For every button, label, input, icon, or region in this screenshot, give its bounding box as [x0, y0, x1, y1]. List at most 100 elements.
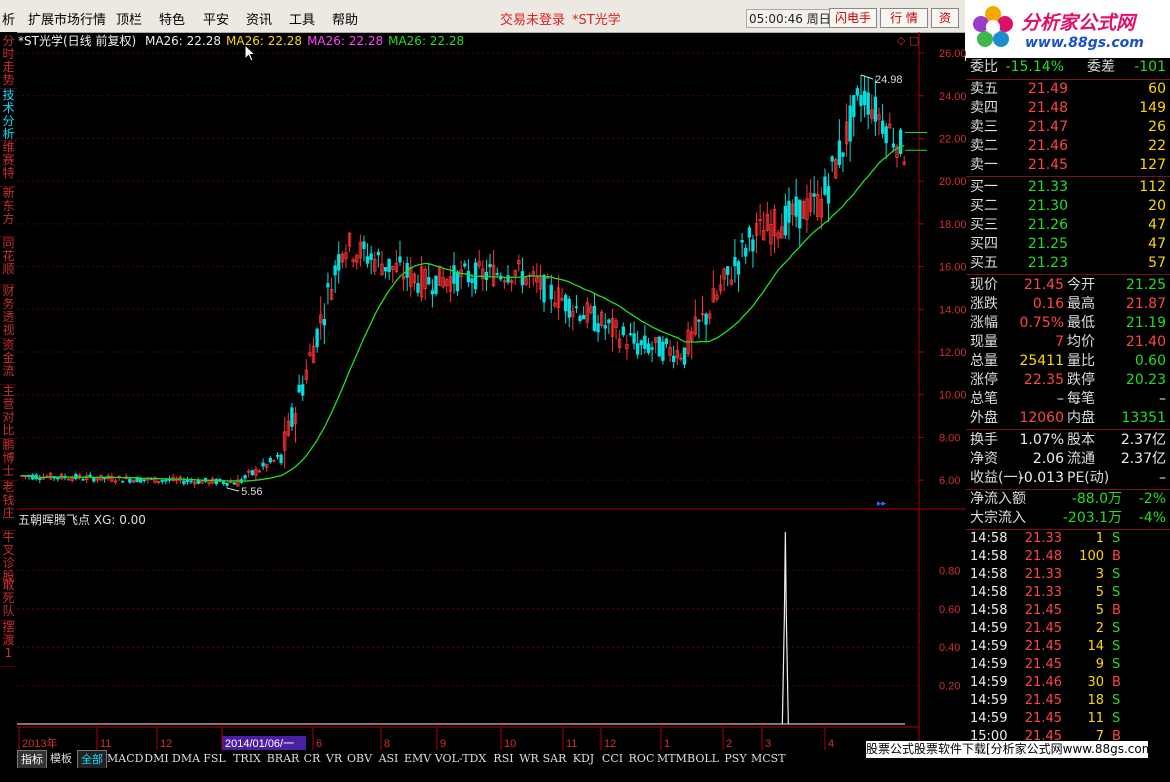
indicator-tab-全部[interactable]: 全部: [77, 750, 107, 770]
ad-banner[interactable]: 股票公式股票软件下载[分析家公式网www.88gs.com]: [866, 741, 1148, 758]
candle-body: [830, 156, 834, 162]
candle-body: [297, 384, 301, 393]
indicator-tab-macd[interactable]: MACD: [107, 750, 143, 768]
candle-body: [250, 470, 254, 476]
menu-item-6[interactable]: 工具: [289, 9, 315, 28]
candle-body: [261, 462, 265, 467]
stats-row: 涨停 22.35 跌停 20.23: [970, 372, 1166, 388]
menu-item-5[interactable]: 资讯: [246, 9, 272, 28]
candle-body: [138, 478, 143, 483]
candle-body: [744, 247, 748, 257]
login-status: 交易未登录: [500, 13, 566, 28]
fin-row: 净资 2.06 流通 2.37亿: [970, 451, 1166, 467]
menu-item-2[interactable]: 顶栏: [116, 9, 142, 28]
menu-item-7[interactable]: 帮助: [332, 9, 358, 28]
left-tab-4[interactable]: 同花顺: [0, 236, 17, 285]
chart-area[interactable]: 26.0024.0022.0020.0018.0016.0014.0012.00…: [17, 32, 966, 750]
left-tab-11[interactable]: 敢死队: [0, 578, 17, 621]
indicator-tab-obv[interactable]: OBV: [346, 750, 373, 768]
candle-body: [841, 152, 845, 157]
current-stock-name: *ST光学: [572, 13, 621, 28]
left-tab-10[interactable]: 牛叉诊股: [0, 530, 17, 583]
left-tab-5[interactable]: 财务透视: [0, 284, 17, 339]
indicator-tab-asi[interactable]: ASI: [375, 750, 402, 768]
weibi-value: -15.14%: [1005, 59, 1064, 75]
menu-item-3[interactable]: 特色: [159, 9, 185, 28]
indicator-name: 五朝晖腾飞点: [18, 513, 91, 527]
x-axis-label: 8: [384, 738, 390, 750]
indicator-tab-模板[interactable]: 模板: [47, 750, 75, 768]
indicator-tab-boll[interactable]: BOLL: [686, 750, 720, 768]
indicator-tab-fsl[interactable]: FSL: [201, 750, 228, 768]
candle-body: [387, 258, 391, 272]
indicator-tab-cr[interactable]: CR: [302, 750, 322, 768]
flash-trade-button[interactable]: 闪电手: [829, 8, 877, 28]
indicator-tab-dma[interactable]: DMA: [172, 750, 200, 768]
left-tab-9[interactable]: 老钱庄: [0, 480, 17, 531]
left-tab-3[interactable]: 新东方: [0, 186, 17, 237]
indicator-tab-kdj[interactable]: KDJ: [570, 750, 597, 768]
indicator-tab-vr[interactable]: VR: [324, 750, 344, 768]
indicator-tab-trix[interactable]: TRIX: [230, 750, 264, 768]
stats-row: 涨幅 0.75% 最低 21.19: [970, 315, 1166, 331]
indicator-tab-dmi[interactable]: DMI: [143, 750, 170, 768]
x-axis-label: 6: [316, 738, 322, 750]
indicator-tab-sar[interactable]: SAR: [541, 750, 568, 768]
candle-body: [369, 253, 373, 260]
indicator-tab-brar[interactable]: BRAR: [266, 750, 300, 768]
indicator-tab-cci[interactable]: CCI: [599, 750, 626, 768]
candle-body: [852, 95, 856, 118]
tick-row: 14:58 21.45 5 B: [970, 603, 1121, 618]
candle-body: [232, 482, 236, 485]
buy-level-row: 买一 21.33 112: [970, 179, 1166, 195]
indicator-tab-psy[interactable]: PSY: [722, 750, 749, 768]
left-tab-2[interactable]: 维赛特: [0, 140, 17, 187]
indicator-tab-mtm[interactable]: MTM: [657, 750, 687, 768]
left-tab-12[interactable]: 摆渡1: [0, 620, 17, 667]
status-line: [0, 768, 1170, 782]
weicha-label: 委差: [1087, 59, 1115, 75]
candle-body: [884, 126, 888, 144]
indicator-title-line: 五朝晖腾飞点 XG: 0.00: [18, 511, 146, 528]
quote-button[interactable]: 行 情: [880, 8, 928, 28]
menu-item-4[interactable]: 平安: [203, 9, 229, 28]
indicator-tab-wr[interactable]: WR: [519, 750, 539, 768]
x-axis-label: 10: [504, 738, 516, 750]
menu-item-1[interactable]: 扩展市场行情: [28, 9, 106, 28]
candle-body: [333, 265, 337, 276]
ma-value-0: MA26: 22.28: [144, 34, 222, 48]
candle-body: [632, 333, 636, 344]
indicator-tab-rsi[interactable]: RSI: [490, 750, 517, 768]
price-tick-label: 26.00: [939, 48, 966, 60]
candle-body: [682, 347, 687, 365]
candle-body: [898, 129, 903, 154]
indicator-tab-vol-tdx[interactable]: VOL-TDX: [433, 750, 488, 768]
left-tab-0[interactable]: 分时走势: [0, 34, 17, 89]
info-button[interactable]: 资: [931, 8, 959, 28]
candle-body: [578, 315, 582, 322]
candle-body: [275, 455, 280, 457]
candle-body: [837, 140, 842, 165]
candle-body: [430, 290, 435, 295]
left-tab-7[interactable]: 主营对比: [0, 384, 17, 439]
price-tick-label: 12.00: [939, 347, 966, 359]
indicator-tab-mcst[interactable]: MCST: [751, 750, 786, 768]
menu-item-0[interactable]: 析: [2, 9, 15, 28]
xg-signal-spike: [781, 531, 789, 725]
indicator-tab-emv[interactable]: EMV: [404, 750, 431, 768]
x-axis-label: 2014/01/06/一: [225, 738, 294, 750]
tick-row: 14:59 21.46 30 B: [970, 675, 1121, 690]
candle-body: [92, 477, 96, 482]
indicator-tab-指标[interactable]: 指标: [17, 750, 47, 770]
candle-body: [427, 277, 431, 285]
weibi-label: 委比: [970, 59, 998, 75]
left-tab-6[interactable]: 资金流: [0, 338, 17, 385]
buy-level-row: 买三 21.26 47: [970, 217, 1166, 233]
left-tab-1[interactable]: 技术分析: [0, 88, 17, 141]
candle-body: [326, 283, 330, 288]
left-tab-8[interactable]: 鹏博士: [0, 438, 17, 481]
indicator-tab-roc[interactable]: ROC: [628, 750, 655, 768]
sell-level-row: 卖四 21.48 149: [970, 100, 1166, 116]
candle-body: [398, 256, 402, 263]
candle-body: [823, 176, 827, 195]
